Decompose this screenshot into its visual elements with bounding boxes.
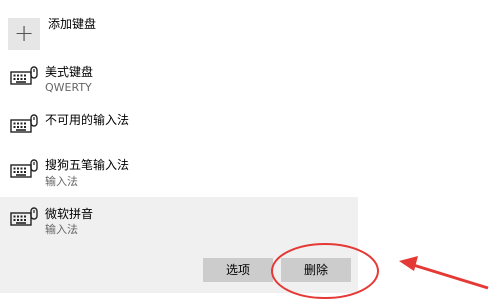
highlight-ellipse [271, 243, 379, 299]
annotation-arrow [399, 256, 489, 290]
annotation-overlay [271, 243, 489, 299]
